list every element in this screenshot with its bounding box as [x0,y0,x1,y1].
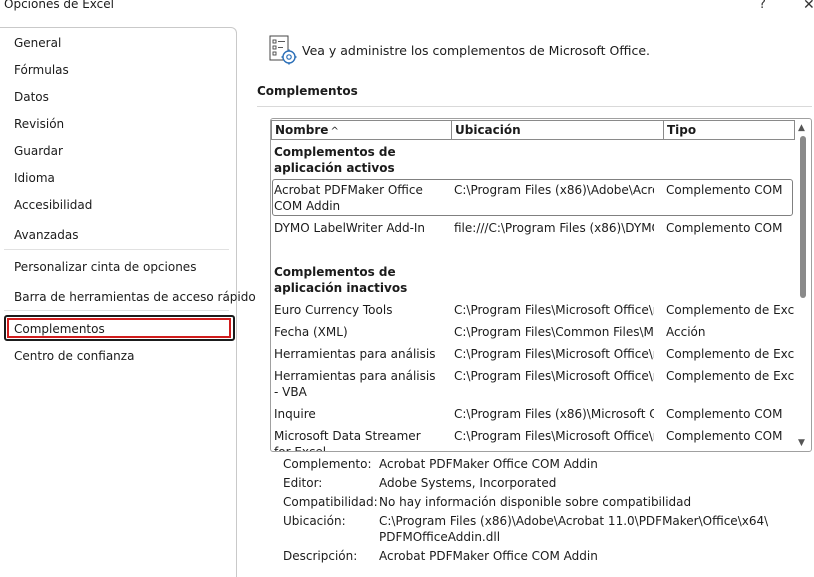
cell-type: Complemento COM [666,407,783,421]
group-header-active: Complementos de aplicación activos [274,145,396,175]
page-description: Vea y administre los complementos de Mic… [302,43,650,58]
detail-label-description: Descripción: [283,549,358,563]
cell-location: C:\Program Files\Microsoft Office\ro [454,347,654,361]
cell-location: C:\Program Files\Microsoft Office\ro [454,429,654,443]
sidebar-item-complementos[interactable]: Complementos [14,322,105,336]
cell-name: Euro Currency Tools [274,303,393,317]
scrollbar-thumb[interactable] [800,136,806,298]
sidebar-item-formulas[interactable]: Fórmulas [14,63,69,77]
scroll-up-arrow-icon[interactable]: ▲ [798,123,805,133]
sidebar-item-revision[interactable]: Revisión [14,117,64,131]
detail-label-publisher: Editor: [283,476,323,490]
close-button[interactable]: ✕ [803,0,814,13]
cell-type: Complemento de Excel [666,303,794,317]
addins-table: Nombre ^ Ubicación Tipo Complementos de a… [270,118,812,452]
cell-name: DYMO LabelWriter Add-In [274,221,426,235]
sidebar-item-accesibilidad[interactable]: Accesibilidad [14,198,92,212]
cell-location: C:\Program Files (x86)\Adobe\Acrob [454,183,654,197]
detail-label-addin: Complemento: [283,457,372,471]
sidebar-item-idioma[interactable]: Idioma [14,171,55,185]
cell-location: C:\Program Files\Common Files\Mic [454,325,654,339]
section-title: Complementos [257,84,358,98]
sidebar-item-personalizar-cinta[interactable]: Personalizar cinta de opciones [14,260,196,274]
sort-ascending-icon: ^ [330,126,339,137]
column-header-name[interactable]: Nombre ^ [271,120,451,140]
sidebar-separator [4,249,229,250]
table-scrollbar[interactable]: ▲ ▼ [796,120,810,450]
title-bar: Opciones de Excel ? ✕ [0,0,814,14]
group-header-inactive: Complementos de aplicación inactivos [274,265,408,295]
cell-type: Complemento COM [666,429,783,443]
cell-location: C:\Program Files\Microsoft Office\ro [454,369,654,383]
column-header-type[interactable]: Tipo [663,120,795,140]
cell-location: file:///C:\Program Files (x86)\DYMO [454,221,654,235]
cell-location: C:\Program Files (x86)\Microsoft Off [454,407,654,421]
detail-value-compat: No hay información disponible sobre comp… [379,495,692,509]
sidebar-item-datos[interactable]: Datos [14,90,49,104]
detail-value-location-line1: C:\Program Files (x86)\Adobe\Acrobat 11.… [379,514,769,528]
sidebar: General Fórmulas Datos Revisión Guardar … [0,27,256,577]
cell-name: Acrobat PDFMaker Office COM Addin [274,183,423,213]
cell-name: Herramientas para análisis [274,347,436,361]
detail-value-publisher: Adobe Systems, Incorporated [379,476,557,490]
cell-type: Complemento de Excel [666,347,794,361]
sidebar-item-barra-acceso-rapido[interactable]: Barra de herramientas de acceso rápido [14,290,256,304]
detail-value-addin: Acrobat PDFMaker Office COM Addin [379,457,598,471]
section-divider [257,106,812,107]
table-header: Nombre ^ Ubicación Tipo [271,119,795,140]
detail-value-location-line2: PDFMOfficeAddin.dll [379,530,501,544]
window-title: Opciones de Excel [4,0,114,11]
scroll-down-arrow-icon[interactable]: ▼ [798,438,805,448]
cell-type: Complemento COM [666,221,783,235]
main-panel: Vea y administre los complementos de Mic… [238,27,814,577]
cell-type: Acción [666,325,706,339]
sidebar-item-centro-confianza[interactable]: Centro de confianza [14,349,134,363]
cell-location: C:\Program Files\Microsoft Office\ro [454,303,654,317]
table-body: Complementos de aplicación activos Acrob… [271,141,795,451]
addins-settings-icon [269,35,297,65]
sidebar-item-avanzadas[interactable]: Avanzadas [14,228,78,242]
detail-value-description: Acrobat PDFMaker Office COM Addin [379,549,598,563]
sidebar-separator [4,310,229,311]
cell-type: Complemento COM [666,183,783,197]
detail-label-location: Ubicación: [283,514,346,528]
help-button[interactable]: ? [759,0,766,13]
cell-type: Complemento de Excel [666,369,794,383]
cell-name: Fecha (XML) [274,325,348,339]
cell-name: Inquire [274,407,316,421]
cell-name: Microsoft Data Streamer for Excel [274,429,421,451]
cell-name: Herramientas para análisis - VBA [274,369,436,399]
sidebar-item-general[interactable]: General [14,36,61,50]
sidebar-item-guardar[interactable]: Guardar [14,144,63,158]
detail-label-compat: Compatibilidad: [283,495,378,509]
column-header-location[interactable]: Ubicación [451,120,663,140]
column-header-name-label: Nombre [275,123,329,137]
